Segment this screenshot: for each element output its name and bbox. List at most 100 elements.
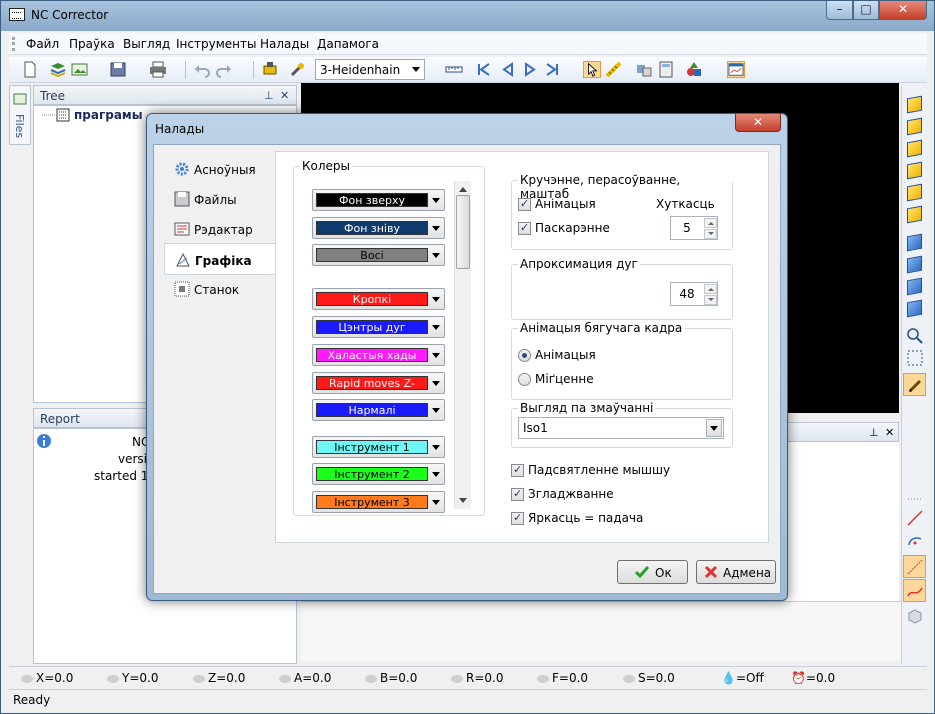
next-frame-icon[interactable] xyxy=(521,61,539,78)
save-icon[interactable] xyxy=(109,61,127,78)
color-item[interactable]: Інструмент 2 xyxy=(312,463,445,485)
nav-editor[interactable]: Рэдактар xyxy=(164,215,276,243)
scroll-up-icon[interactable] xyxy=(459,183,467,192)
menu-tools[interactable]: Інструменты xyxy=(176,37,256,51)
nav-graphics[interactable]: Графіка xyxy=(164,243,276,275)
minimize-button[interactable]: – xyxy=(826,1,853,20)
arc-icon[interactable] xyxy=(906,531,924,549)
polyline-icon[interactable] xyxy=(906,558,924,576)
default-view-group: Выгляд па змаўчанні Iso1 xyxy=(511,401,733,448)
maximize-button[interactable]: □ xyxy=(853,1,879,20)
pointer-icon[interactable] xyxy=(583,61,601,78)
machine-select[interactable]: 3-Heidenhain xyxy=(315,59,425,80)
curve-icon[interactable] xyxy=(906,582,924,600)
color-item[interactable]: Халастыя хады xyxy=(312,344,445,366)
menu-help[interactable]: Дапамога xyxy=(317,37,379,51)
previous-frame-icon[interactable] xyxy=(499,61,517,78)
color-item[interactable]: Інструмент 1 xyxy=(312,436,445,458)
view-iso1-icon[interactable] xyxy=(907,233,922,252)
undo-icon[interactable] xyxy=(193,61,211,78)
acceleration-checkbox[interactable] xyxy=(518,221,531,235)
nav-files[interactable]: Файлы xyxy=(164,185,276,213)
tree-root-node[interactable]: праграмы xyxy=(74,108,143,122)
calculator-icon[interactable] xyxy=(657,61,675,78)
menu-view[interactable]: Выгляд xyxy=(123,37,170,51)
smoothing-checkbox[interactable] xyxy=(511,487,524,501)
line-icon[interactable] xyxy=(906,509,924,527)
machine-select-value: 3-Heidenhain xyxy=(320,63,401,77)
close-button[interactable]: ✕ xyxy=(879,1,927,20)
view-iso4-icon[interactable] xyxy=(907,299,922,318)
chevron-down-icon[interactable] xyxy=(706,419,722,437)
menu-settings[interactable]: Налады xyxy=(260,37,309,51)
view-back-icon[interactable] xyxy=(907,183,922,202)
files-icon xyxy=(13,93,27,105)
menu-file[interactable]: Файл xyxy=(26,37,59,51)
ok-button[interactable]: Ок xyxy=(617,560,688,584)
brightness-checkbox[interactable] xyxy=(511,511,524,525)
cancel-button-label: Адмена xyxy=(723,566,772,580)
scroll-down-icon[interactable] xyxy=(459,498,467,507)
pin-icon[interactable]: ⊥ xyxy=(264,89,274,102)
speed-spinner[interactable]: 5 xyxy=(670,216,718,240)
nav-graphics-label: Графіка xyxy=(195,254,252,268)
zoom-window-icon[interactable] xyxy=(906,349,924,367)
view-right-icon[interactable] xyxy=(907,139,922,158)
color-item[interactable]: Кропкі xyxy=(312,288,445,310)
view-left-icon[interactable] xyxy=(907,161,922,180)
mouse-highlight-checkbox[interactable] xyxy=(511,463,524,477)
color-item[interactable]: Нармалі xyxy=(312,399,445,421)
color-item[interactable]: Фон зверху xyxy=(312,189,445,211)
spin-down-icon[interactable] xyxy=(704,229,717,239)
frame-animation-radio[interactable] xyxy=(518,349,531,362)
view-top-icon[interactable] xyxy=(907,95,922,114)
view-iso3-icon[interactable] xyxy=(907,277,922,296)
view-bottom-icon[interactable] xyxy=(907,205,922,224)
color-item[interactable]: Цэнтры дуг xyxy=(312,316,445,338)
open-image-icon[interactable] xyxy=(71,61,89,78)
wrench-icon[interactable] xyxy=(289,61,307,78)
editor-area xyxy=(301,601,901,661)
color-list-scrollbar[interactable] xyxy=(454,181,471,509)
layers-icon[interactable] xyxy=(49,61,67,78)
secondary-close-icon[interactable]: ✕ xyxy=(885,426,894,439)
dialog-title: Налады xyxy=(155,122,205,136)
color-item[interactable]: Восі xyxy=(312,244,445,266)
default-view-select[interactable]: Iso1 xyxy=(518,417,724,439)
box-icon[interactable] xyxy=(906,607,924,625)
animation-checkbox[interactable] xyxy=(518,197,531,211)
print-icon[interactable] xyxy=(149,61,167,78)
measure-icon[interactable] xyxy=(605,61,623,78)
tools-icon[interactable] xyxy=(635,61,653,78)
zoom-icon[interactable] xyxy=(906,327,924,345)
spin-up-icon[interactable] xyxy=(704,218,717,228)
last-frame-icon[interactable] xyxy=(543,61,561,78)
ruler-icon[interactable] xyxy=(445,61,463,78)
cnc-machine-icon[interactable] xyxy=(261,61,279,78)
view-window-icon[interactable] xyxy=(727,61,745,78)
spin-up-icon[interactable] xyxy=(704,284,717,294)
color-item[interactable]: Фон зніву xyxy=(312,217,445,239)
brush-icon[interactable] xyxy=(907,376,925,394)
coolant-status: 💧=Off xyxy=(721,671,764,685)
cancel-button[interactable]: Адмена xyxy=(696,560,776,584)
color-item[interactable]: Інструмент 3 xyxy=(312,491,445,513)
frame-blink-radio[interactable] xyxy=(518,373,531,386)
new-file-icon[interactable] xyxy=(21,61,39,78)
shapes-color-icon[interactable] xyxy=(685,61,703,78)
scroll-thumb[interactable] xyxy=(456,195,470,269)
view-front-icon[interactable] xyxy=(907,117,922,136)
menu-edit[interactable]: Праўка xyxy=(69,37,115,51)
tree-close-icon[interactable]: ✕ xyxy=(280,89,289,102)
spin-down-icon[interactable] xyxy=(704,295,717,305)
files-side-tab[interactable]: Files xyxy=(9,85,31,145)
pin-icon[interactable]: ⊥ xyxy=(869,426,879,439)
dialog-close-button[interactable]: ✕ xyxy=(735,114,781,132)
view-iso2-icon[interactable] xyxy=(907,255,922,274)
redo-icon[interactable] xyxy=(215,61,233,78)
arc-spinner[interactable]: 48 xyxy=(670,282,718,306)
first-frame-icon[interactable] xyxy=(475,61,493,78)
nav-general[interactable]: Асноўныя xyxy=(164,155,276,183)
color-item[interactable]: Rapid moves Z- xyxy=(312,372,445,394)
nav-machine[interactable]: Станок xyxy=(164,275,276,303)
